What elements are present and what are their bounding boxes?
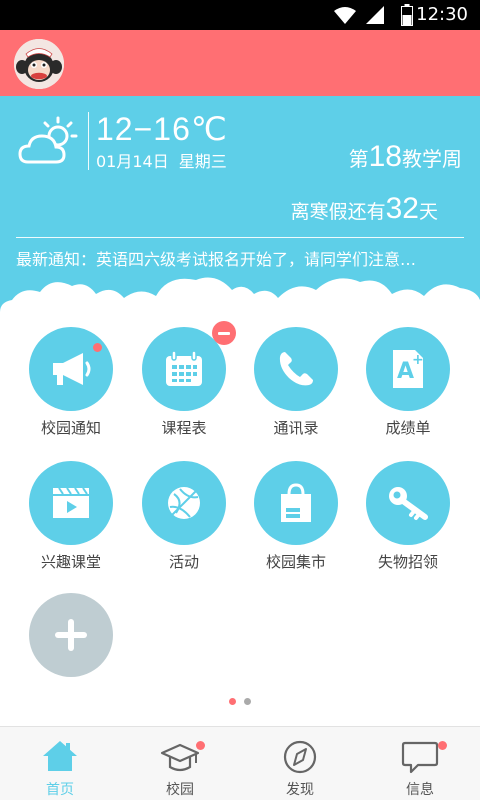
activity-button[interactable] [142, 461, 226, 545]
cloud-border [0, 277, 480, 326]
grid-item-campus-market[interactable]: 校园集市 [246, 461, 346, 572]
nav-label: 信息 [406, 782, 434, 798]
week-prefix: 第 [348, 147, 369, 171]
compass-icon [280, 737, 320, 777]
graduation-cap-icon [160, 737, 205, 777]
notice-divider [16, 237, 464, 238]
nav-item-home[interactable]: 首页 [0, 727, 120, 800]
chat-bubble-icon [400, 737, 447, 777]
grid-item-transcript[interactable]: A + 成绩单 [358, 327, 458, 438]
nav-item-discover[interactable]: 发现 [240, 727, 360, 800]
timetable-button[interactable] [142, 321, 236, 411]
grid-label: 成绩单 [385, 419, 431, 437]
notice-badge [93, 343, 102, 352]
contacts-button[interactable] [254, 327, 338, 411]
signal-icon [366, 6, 384, 24]
phone-icon [279, 352, 313, 386]
add-app-button[interactable] [29, 593, 113, 677]
plus-icon [55, 619, 87, 651]
campus-notice-button[interactable] [29, 327, 113, 411]
transcript-button[interactable]: A + [366, 327, 450, 411]
campus-market-button[interactable] [254, 461, 338, 545]
svg-text:+: + [412, 352, 424, 368]
nav-item-messages[interactable]: 信息 [360, 727, 480, 800]
lost-found-button[interactable] [366, 461, 450, 545]
grid-item-add[interactable] [21, 593, 121, 677]
week-number: 18 [368, 140, 402, 173]
messages-badge [438, 741, 447, 750]
megaphone-icon [53, 353, 91, 385]
nav-label: 校园 [166, 782, 194, 798]
grade-a-plus-icon: A + [393, 350, 424, 388]
grid-item-lost-found[interactable]: 失物招领 [358, 461, 458, 572]
campus-badge [196, 741, 205, 750]
app-header [0, 30, 480, 96]
weekday: 星期三 [178, 152, 227, 171]
partly-cloudy-icon [18, 116, 78, 164]
grid-label: 兴趣课堂 [40, 553, 101, 571]
avatar[interactable] [14, 39, 64, 89]
key-icon [389, 487, 428, 520]
shopping-bag-icon [281, 483, 311, 522]
grid-label: 活动 [168, 553, 199, 571]
grid-label: 失物招领 [377, 553, 438, 571]
battery-icon [401, 4, 413, 26]
nav-item-campus[interactable]: 校园 [120, 727, 240, 800]
grid-label: 校园通知 [40, 419, 101, 437]
vacation-days: 32 [385, 192, 419, 225]
date: 01月14日 [96, 152, 169, 171]
basketball-icon [168, 487, 200, 519]
nav-label: 发现 [286, 782, 314, 798]
grid-item-activity[interactable]: 活动 [134, 461, 234, 572]
pager-dot-active[interactable] [229, 698, 236, 705]
grid-item-campus-notice[interactable]: 校园通知 [21, 327, 121, 438]
status-time: 12:30 [416, 4, 468, 25]
grid-item-interest-class[interactable]: 兴趣课堂 [21, 461, 121, 572]
vacation-suffix: 天 [418, 201, 438, 223]
status-bar: 12:30 [0, 0, 480, 30]
grid-label: 通讯录 [273, 419, 319, 437]
interest-class-button[interactable] [29, 461, 113, 545]
vacation-prefix: 离寒假还有 [290, 201, 386, 223]
teaching-week: 第18教学周 [349, 140, 462, 174]
date-line: 01月14日 星期三 [96, 148, 227, 172]
vacation-countdown: 离寒假还有32天 [291, 192, 438, 226]
temperature: 12−16℃ [96, 111, 228, 147]
grid-label: 校园集市 [265, 553, 326, 571]
latest-notice[interactable]: 最新通知：英语四六级考试报名开始了，请同学们注意… [16, 246, 468, 270]
bottom-nav: 首页 校园 发现 信息 [0, 726, 480, 800]
grid-label: 课程表 [161, 419, 207, 437]
pager-dot[interactable] [244, 698, 251, 705]
wifi-icon [334, 7, 356, 24]
nav-label: 首页 [46, 782, 74, 798]
video-player-icon [53, 487, 89, 518]
week-suffix: 教学周 [402, 147, 462, 171]
monkey-avatar-icon [14, 39, 64, 89]
weather-divider [88, 112, 89, 170]
grid-item-timetable[interactable]: 课程表 [134, 321, 236, 438]
calendar-icon [166, 350, 202, 386]
home-icon [40, 737, 80, 777]
remove-badge[interactable] [212, 321, 236, 345]
grid-item-contacts[interactable]: 通讯录 [246, 327, 346, 438]
weather-panel: 12−16℃ 01月14日 星期三 第18教学周 离寒假还有32天 最新通知：英语… [0, 96, 480, 326]
